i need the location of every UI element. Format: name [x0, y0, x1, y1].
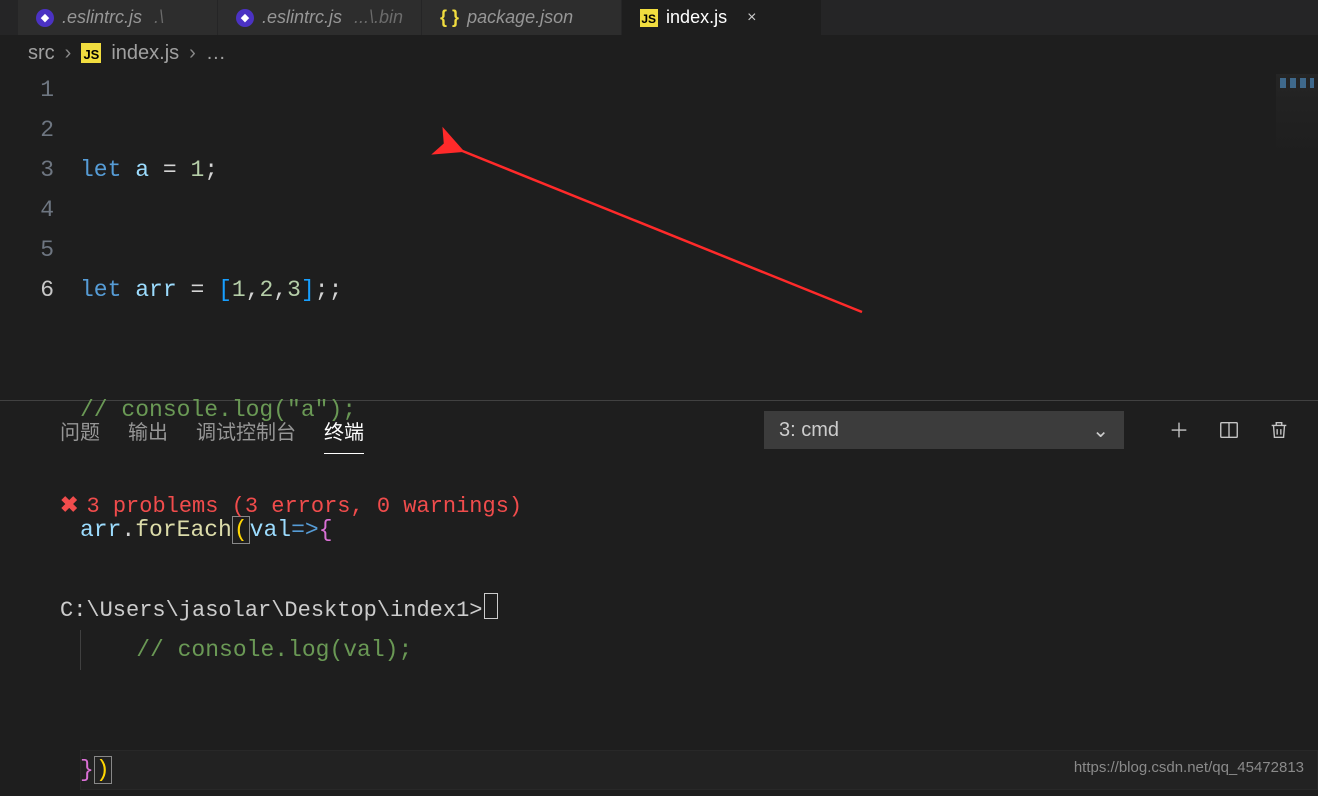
tab-label: index.js [666, 7, 727, 28]
chevron-right-icon: › [189, 42, 196, 65]
tab-eslintrc-2[interactable]: ◆ .eslintrc.js ...\.bin [218, 0, 422, 35]
tab-index-js[interactable]: JS index.js × [622, 0, 822, 35]
line-number: 4 [24, 190, 54, 230]
code-line: // console.log("a"); [80, 390, 1318, 430]
error-x-icon: ✖ [60, 487, 78, 527]
eslint-icon: ◆ [236, 9, 254, 27]
terminal-error-line: ✖ 3 problems (3 errors, 0 warnings) [60, 487, 1258, 527]
code-line: let a = 1; [80, 150, 1318, 190]
line-number: 3 [24, 150, 54, 190]
tab-label: .eslintrc.js [62, 7, 142, 28]
terminal-prompt: C:\Users\jasolar\Desktop\index1> [60, 591, 1258, 631]
terminal-error-text: 3 problems (3 errors, 0 warnings) [86, 487, 522, 527]
tab-suffix: ...\.bin [354, 7, 403, 28]
line-gutter: 1 2 3 4 5 6 [24, 70, 80, 400]
bottom-panel: 问题 输出 调试控制台 终端 3: cmd ⌄ ✖ 3 problems (3 … [0, 400, 1318, 796]
minimap[interactable] [1276, 74, 1318, 154]
line-number: 6 [24, 270, 54, 310]
js-icon: JS [81, 43, 101, 63]
breadcrumb[interactable]: src › JS index.js › … [0, 36, 1318, 70]
tab-eslintrc-1[interactable]: ◆ .eslintrc.js .\ [18, 0, 218, 35]
tab-label: package.json [467, 7, 573, 28]
terminal-output[interactable]: ✖ 3 problems (3 errors, 0 warnings) C:\U… [0, 459, 1318, 796]
line-number: 2 [24, 110, 54, 150]
chevron-right-icon: › [65, 42, 72, 65]
breadcrumb-ellipsis: … [206, 42, 228, 65]
watermark: https://blog.csdn.net/qq_45472813 [1074, 748, 1304, 788]
breadcrumb-seg: index.js [111, 42, 179, 65]
breadcrumb-seg: src [28, 42, 55, 65]
line-number: 5 [24, 230, 54, 270]
editor-tabs: ◆ .eslintrc.js .\ ◆ .eslintrc.js ...\.bi… [0, 0, 1318, 36]
code-line: let arr = [1,2,3];; [80, 270, 1318, 310]
code-area[interactable]: let a = 1; let arr = [1,2,3];; // consol… [80, 70, 1318, 400]
close-icon[interactable]: × [747, 9, 756, 27]
line-number: 1 [24, 70, 54, 110]
js-icon: JS [640, 9, 658, 27]
json-icon: { } [440, 7, 459, 28]
tab-package-json[interactable]: { } package.json [422, 0, 622, 35]
tab-suffix: .\ [154, 7, 164, 28]
eslint-icon: ◆ [36, 9, 54, 27]
terminal-cursor [484, 593, 498, 619]
code-editor[interactable]: 1 2 3 4 5 6 let a = 1; let arr = [1,2,3]… [0, 70, 1318, 400]
tab-label: .eslintrc.js [262, 7, 342, 28]
